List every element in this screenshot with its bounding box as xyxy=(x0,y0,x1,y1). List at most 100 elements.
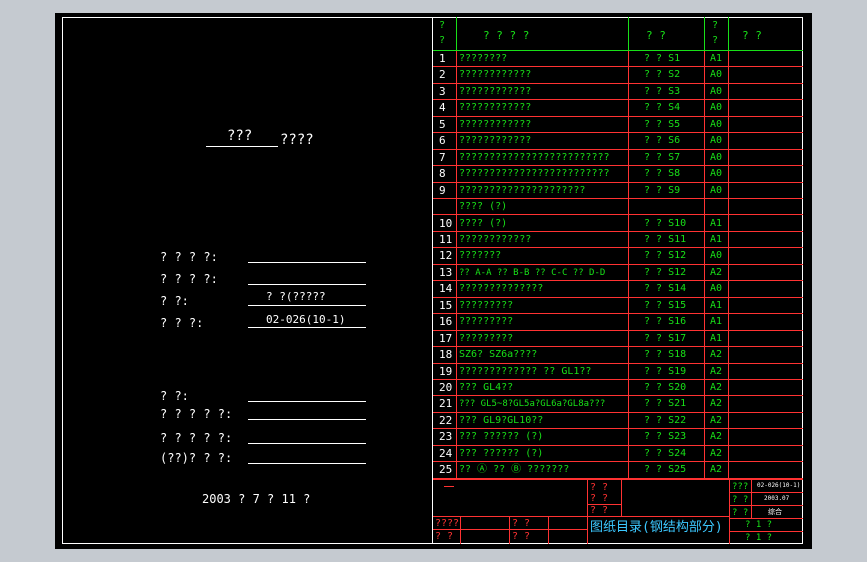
row-size: A0 xyxy=(710,250,723,262)
table-row: 4???????????? ? ? S4 A0 xyxy=(433,100,803,117)
row-number: 25 xyxy=(439,463,453,477)
row-number: 11 xyxy=(439,232,453,246)
row-size: A2 xyxy=(710,464,723,476)
header-size-b: ? xyxy=(712,35,719,46)
row-name: ????????????????????????? xyxy=(459,168,610,180)
tb-mark xyxy=(444,486,454,487)
row-name: ???????????? xyxy=(459,233,532,245)
row-name: ???????????? xyxy=(459,102,532,114)
row-drawing-no: ? ? S12 xyxy=(644,250,687,262)
row-size: A0 xyxy=(710,184,723,196)
sign-line-1 xyxy=(248,401,366,402)
tb-left-bottom: ? ? xyxy=(435,531,454,542)
tb-v-line-5 xyxy=(460,516,461,544)
info-line-1 xyxy=(248,262,366,263)
row-name: ????????????????????? xyxy=(459,184,586,196)
table-row: 6???????????? ? ? S6 A0 xyxy=(433,133,803,150)
info-value-4: 02-026(10-1) xyxy=(266,313,346,326)
header-divider-4 xyxy=(728,17,729,50)
sign-label-2: ? ? ? ? ?: xyxy=(160,407,233,421)
row-name: ???????????? xyxy=(459,85,532,97)
info-line-2 xyxy=(248,284,366,285)
row-size: A0 xyxy=(710,118,723,130)
row-number: 21 xyxy=(439,397,453,411)
info-label-2: ? ? ? ?: xyxy=(160,272,218,286)
row-drawing-no: ? ? S14 xyxy=(644,283,687,295)
table-row: 20 ??? GL4?? ? ? S20 A2 xyxy=(433,380,803,397)
row-name: ?????????????? xyxy=(459,283,544,295)
row-name: ???????????? xyxy=(459,135,532,147)
header-size-a: ? xyxy=(712,20,719,31)
table-row: 16????????? ? ? S16 A1 xyxy=(433,314,803,331)
row-number: 14 xyxy=(439,282,453,296)
row-drawing-no: ? ? S25 xyxy=(644,464,687,476)
row-size: A2 xyxy=(710,349,723,361)
row-size: A2 xyxy=(710,266,723,278)
header-seq-b: ? xyxy=(439,35,446,46)
row-name: ???????????? xyxy=(459,118,532,130)
row-size: A2 xyxy=(710,414,723,426)
tb-r-value-1: 02-026(10-1) xyxy=(757,482,801,489)
row-drawing-no: ? ? S20 xyxy=(644,382,687,393)
table-row: 22 ??? GL9?GL10?? ? ? S22 A2 xyxy=(433,413,803,430)
row-size: A1 xyxy=(710,53,723,64)
row-size: A0 xyxy=(710,69,723,81)
tb-q2: ? ? xyxy=(590,493,609,504)
header-divider-3 xyxy=(704,17,705,50)
row-drawing-no: ? ? S5 xyxy=(644,118,681,130)
row-drawing-no: ? ? S16 xyxy=(644,316,687,328)
table-row: 9????????????????????? ? ? S9 A0 xyxy=(433,183,803,200)
row-number: 16 xyxy=(439,315,453,329)
row-size: A2 xyxy=(710,431,723,443)
row-number: 9 xyxy=(439,183,446,197)
row-drawing-no: ? ? S24 xyxy=(644,447,687,459)
info-label-1: ? ? ? ?: xyxy=(160,250,218,264)
tb-v-line-3 xyxy=(729,479,730,544)
row-number: 10 xyxy=(439,216,453,230)
cover-title-underline xyxy=(206,146,278,147)
info-label-4: ? ? ?: xyxy=(160,316,204,330)
tb-r-value-2: 2003.07 xyxy=(764,495,790,502)
row-number: 6 xyxy=(439,134,446,148)
column-divider-2 xyxy=(628,51,629,479)
row-name: ??? GL5~8?GL5a?GL6a?GL8a??? xyxy=(459,399,606,410)
tb-drawing-title: 图纸目录(钢结构部分) xyxy=(590,520,723,535)
table-row: 24 ??? ?????? (?) ? ? S24 A2 xyxy=(433,446,803,463)
row-drawing-no: ? ? S1 xyxy=(644,53,681,64)
row-number: 13 xyxy=(439,265,453,279)
row-size: A2 xyxy=(710,447,723,459)
tb-r-label-1: ??? xyxy=(732,482,749,492)
table-row: 14?????????????? ? ? S14 A0 xyxy=(433,281,803,298)
row-name: ???? (?) xyxy=(459,201,508,213)
row-size: A2 xyxy=(710,365,723,377)
info-line-4 xyxy=(248,327,366,328)
row-size: A2 xyxy=(710,382,723,393)
table-row: 2???????????? ? ? S2 A0 xyxy=(433,67,803,84)
row-number: 7 xyxy=(439,150,446,164)
row-drawing-no: ? ? S6 xyxy=(644,135,681,147)
tb-v-line-7 xyxy=(548,516,549,544)
tb-r-value-3: 综合 xyxy=(768,508,782,516)
row-drawing-no: ? ? S23 xyxy=(644,431,687,443)
row-name: SZ6? SZ6a???? xyxy=(459,349,538,361)
table-row: 23 ??? ?????? (?) ? ? S23 A2 xyxy=(433,429,803,446)
row-drawing-no: ? ? S22 xyxy=(644,414,687,426)
row-drawing-no: ? ? S21 xyxy=(644,398,687,410)
row-drawing-no: ? ? S2 xyxy=(644,69,681,81)
row-number: 1 xyxy=(439,52,446,65)
info-label-3: ? ?: xyxy=(160,294,189,308)
column-divider-4 xyxy=(728,51,729,479)
tb-mid-b: ? ? xyxy=(512,531,531,542)
column-divider-3 xyxy=(704,51,705,479)
row-drawing-no: ? ? S7 xyxy=(644,151,681,163)
tb-top-line xyxy=(433,479,803,480)
row-name: ??? ?????? (?) xyxy=(459,447,544,459)
column-divider-1 xyxy=(456,51,457,479)
row-name: ???????????? xyxy=(459,69,532,81)
row-size: A0 xyxy=(710,151,723,163)
table-row: 19 ????????????? ?? GL1?? ? ? S19 A2 xyxy=(433,364,803,380)
row-number: 3 xyxy=(439,84,446,98)
table-row: 18 SZ6? SZ6a???? ? ? S18 A2 xyxy=(433,347,803,364)
row-drawing-no: ? ? S10 xyxy=(644,217,687,229)
header-name: ? ? ? ? xyxy=(483,29,530,42)
